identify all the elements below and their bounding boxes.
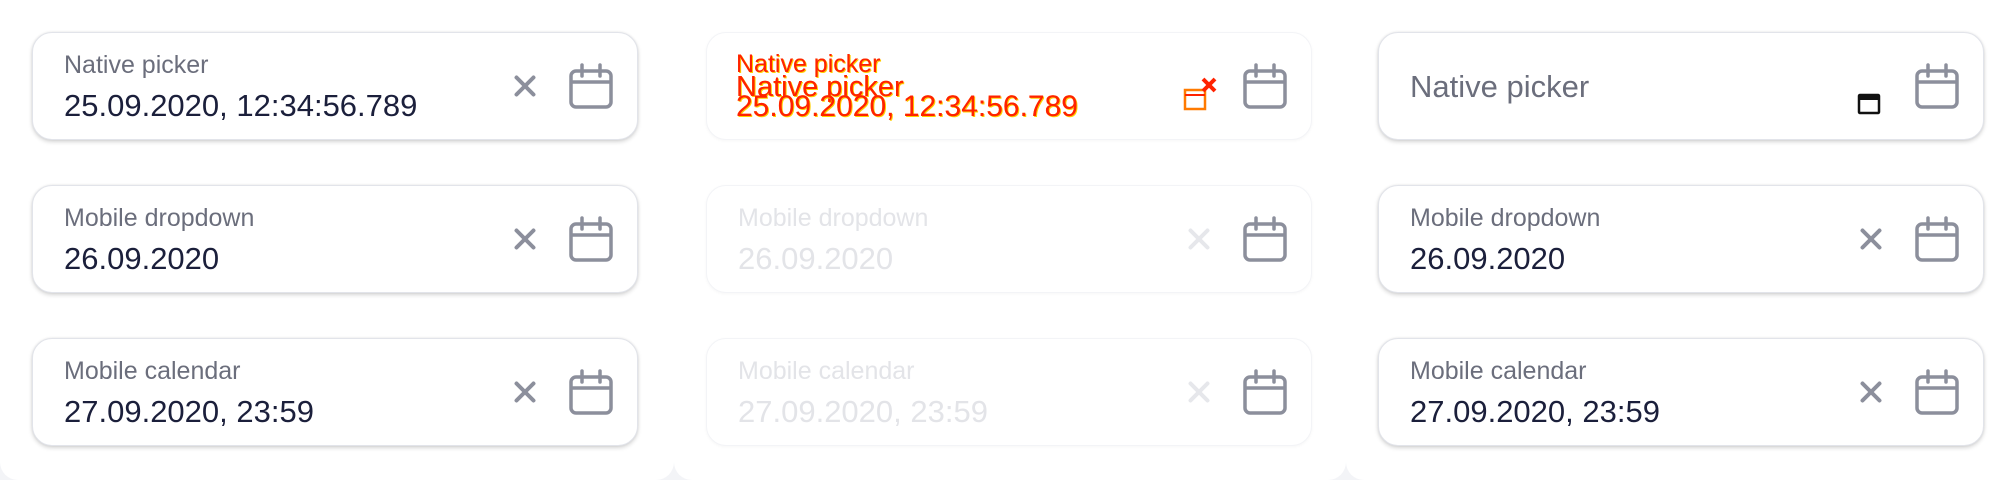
close-icon[interactable] (1858, 379, 1884, 405)
mobile-calendar-field[interactable]: Mobile calendar 27.09.2020, 23:59 (32, 338, 638, 446)
native-calendar-icon[interactable] (1857, 91, 1881, 115)
native-picker-field-empty[interactable]: Native picker (1378, 32, 1984, 140)
field-label: Mobile calendar (1410, 357, 1587, 385)
calendar-icon[interactable] (565, 61, 617, 113)
field-value[interactable]: 27.09.2020, 23:59 (1410, 394, 1660, 430)
mobile-dropdown-field-disabled: Mobile dropdown 26.09.2020 (706, 185, 1312, 293)
mobile-calendar-field-disabled: Mobile calendar 27.09.2020, 23:59 (706, 338, 1312, 446)
calendar-icon (1239, 367, 1291, 419)
mobile-dropdown-field[interactable]: Mobile dropdown 26.09.2020 (32, 185, 638, 293)
mobile-calendar-field[interactable]: Mobile calendar 27.09.2020, 23:59 (1378, 338, 1984, 446)
close-icon (1186, 226, 1212, 252)
calendar-icon[interactable] (1911, 367, 1963, 419)
calendar-icon (1239, 214, 1291, 266)
native-calendar-close-icon (1181, 73, 1221, 113)
mobile-dropdown-field[interactable]: Mobile dropdown 26.09.2020 (1378, 185, 1984, 293)
field-value: 27.09.2020, 23:59 (738, 394, 988, 429)
field-placeholder: Native picker (1410, 69, 1590, 104)
close-icon[interactable] (512, 379, 538, 405)
right-panel: Native picker Mobile dropdown 26.09.2020… (1346, 0, 2016, 480)
middle-panel: Native picker Native picker 25.09.2020, … (674, 0, 1346, 480)
close-icon (1186, 379, 1212, 405)
field-label: Mobile dropdown (64, 204, 255, 232)
field-label: Mobile calendar (64, 357, 241, 385)
field-value[interactable]: 26.09.2020 (1410, 241, 1565, 277)
native-picker-field-disabled: Native picker Native picker 25.09.2020, … (706, 32, 1312, 140)
native-overlay-value: 25.09.2020, 12:34:56.789 (736, 90, 1078, 123)
close-icon[interactable] (512, 226, 538, 252)
close-icon[interactable] (512, 73, 538, 99)
calendar-icon (1239, 61, 1291, 113)
calendar-icon[interactable] (1911, 61, 1963, 113)
field-label: Native picker (64, 51, 209, 79)
field-label: Mobile calendar (738, 357, 915, 385)
field-label: Mobile dropdown (738, 204, 929, 232)
calendar-icon[interactable] (565, 367, 617, 419)
field-value[interactable]: 26.09.2020 (64, 241, 219, 277)
field-label: Mobile dropdown (1410, 204, 1601, 232)
calendar-icon[interactable] (565, 214, 617, 266)
field-value[interactable]: 27.09.2020, 23:59 (64, 394, 314, 430)
left-panel: Native picker 25.09.2020, 12:34:56.789 M… (0, 0, 674, 480)
close-icon[interactable] (1858, 226, 1884, 252)
native-picker-field[interactable]: Native picker 25.09.2020, 12:34:56.789 (32, 32, 638, 140)
field-value[interactable]: 25.09.2020, 12:34:56.789 (64, 88, 417, 124)
field-value: 26.09.2020 (738, 241, 894, 276)
calendar-icon[interactable] (1911, 214, 1963, 266)
